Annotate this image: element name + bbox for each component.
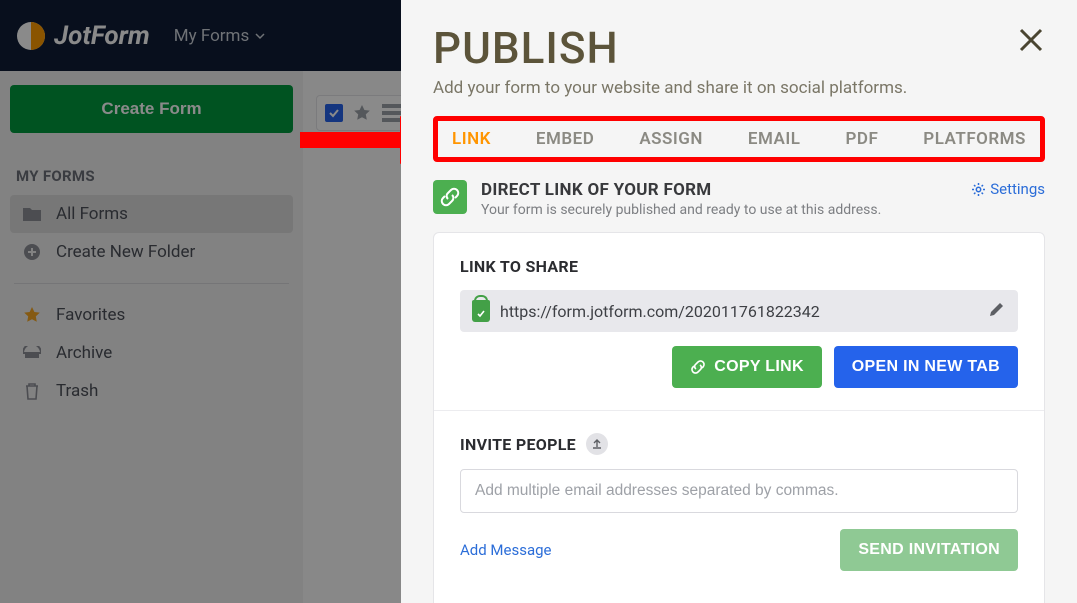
invite-people-heading: INVITE PEOPLE xyxy=(460,435,576,454)
invite-bottom-row: Add Message SEND INVITATION xyxy=(460,529,1018,571)
gear-icon xyxy=(971,182,986,197)
share-button-row: COPY LINK OPEN IN NEW TAB xyxy=(460,346,1018,388)
link-small-icon xyxy=(690,359,706,375)
settings-label: Settings xyxy=(990,180,1045,198)
tab-platforms[interactable]: PLATFORMS xyxy=(923,129,1026,149)
share-card: LINK TO SHARE https://form.jotform.com/2… xyxy=(433,232,1045,603)
tab-embed[interactable]: EMBED xyxy=(536,129,594,149)
panel-title: PUBLISH xyxy=(433,22,1045,74)
invite-heading-row: INVITE PEOPLE xyxy=(460,433,1018,455)
pencil-icon xyxy=(988,300,1006,318)
direct-link-heading: DIRECT LINK OF YOUR FORM xyxy=(481,180,881,200)
upload-icon xyxy=(591,438,603,450)
link-to-share-heading: LINK TO SHARE xyxy=(460,257,1018,276)
open-new-tab-button[interactable]: OPEN IN NEW TAB xyxy=(834,346,1018,388)
link-icon xyxy=(433,180,467,214)
open-new-tab-label: OPEN IN NEW TAB xyxy=(852,358,1000,376)
close-button[interactable] xyxy=(1017,26,1045,58)
upload-contacts-button[interactable] xyxy=(586,433,608,455)
direct-link-sub: Your form is securely published and read… xyxy=(481,202,881,218)
edit-url-button[interactable] xyxy=(988,300,1006,322)
tab-assign[interactable]: ASSIGN xyxy=(639,129,703,149)
direct-link-header: DIRECT LINK OF YOUR FORM Your form is se… xyxy=(433,180,1045,218)
copy-link-button[interactable]: COPY LINK xyxy=(672,346,822,388)
send-invitation-button[interactable]: SEND INVITATION xyxy=(840,529,1018,571)
tab-pdf[interactable]: PDF xyxy=(845,129,878,149)
publish-tabs: LINK EMBED ASSIGN EMAIL PDF PLATFORMS xyxy=(433,116,1045,162)
copy-link-label: COPY LINK xyxy=(714,358,804,376)
share-url-box: https://form.jotform.com/202011761822342 xyxy=(460,290,1018,332)
tab-email[interactable]: EMAIL xyxy=(748,129,801,149)
invite-email-input[interactable] xyxy=(460,469,1018,513)
publish-panel: PUBLISH Add your form to your website an… xyxy=(401,0,1077,603)
lock-secure-icon xyxy=(472,300,490,322)
add-message-link[interactable]: Add Message xyxy=(460,541,552,559)
tab-link[interactable]: LINK xyxy=(452,129,491,149)
divider xyxy=(434,410,1044,411)
close-icon xyxy=(1017,26,1045,54)
panel-subtitle: Add your form to your website and share … xyxy=(433,78,1045,98)
settings-link[interactable]: Settings xyxy=(971,180,1045,198)
share-url-text: https://form.jotform.com/202011761822342 xyxy=(500,302,978,321)
